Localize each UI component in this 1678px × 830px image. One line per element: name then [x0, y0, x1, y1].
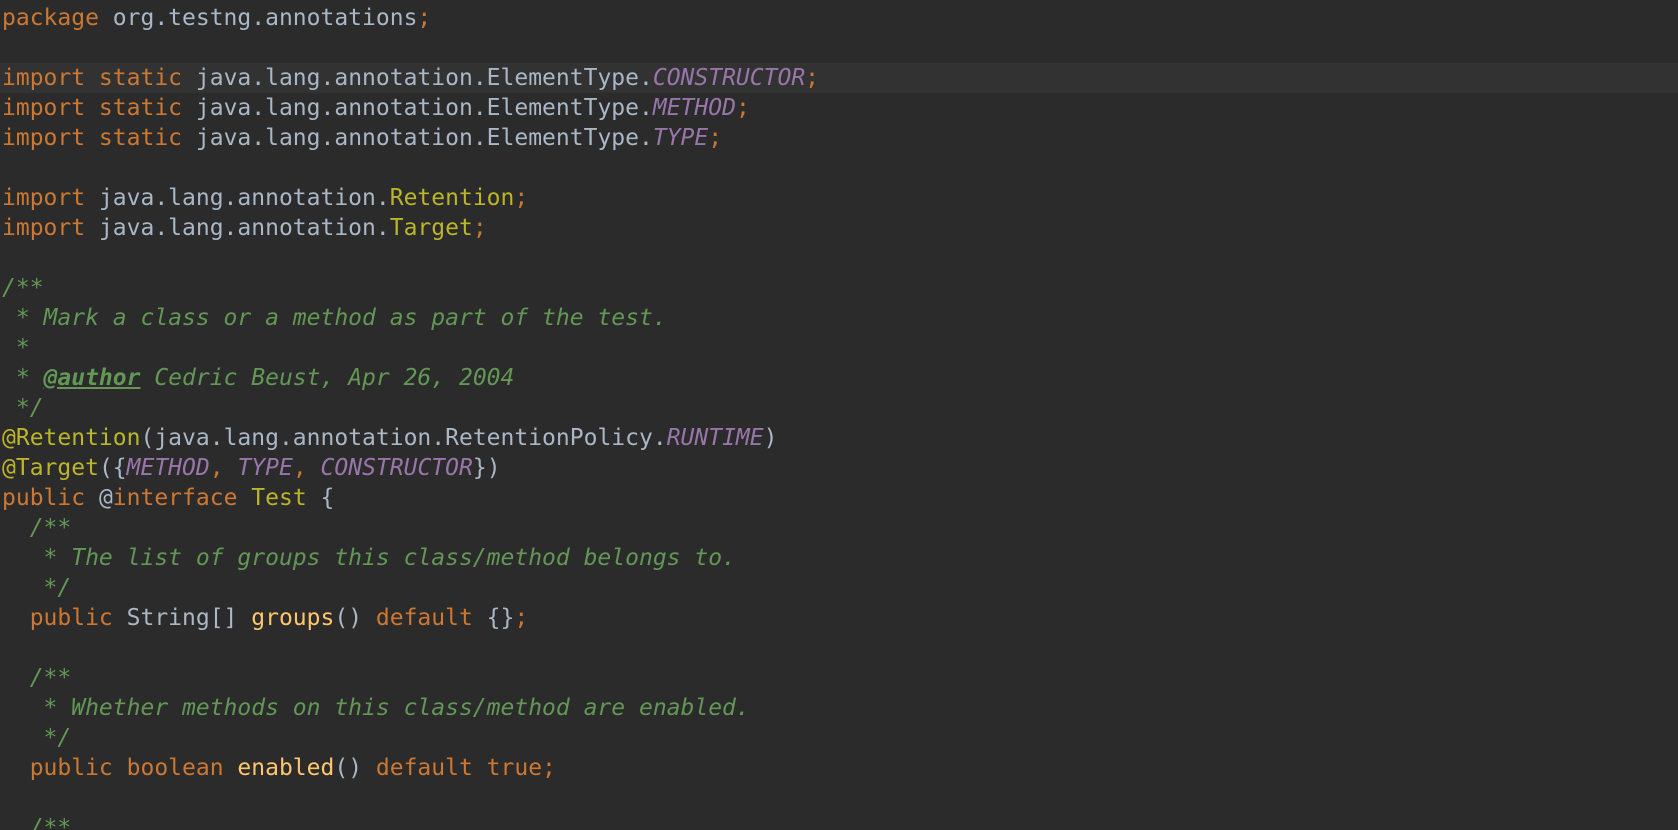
- code-token: /**: [2, 815, 72, 830]
- code-token: {}: [486, 605, 515, 631]
- code-line[interactable]: */: [0, 573, 1678, 603]
- code-token: * Mark a class or a method as part of th…: [2, 305, 667, 331]
- code-line[interactable]: /**: [0, 813, 1678, 830]
- code-token: String[]: [126, 605, 252, 631]
- code-token: */: [2, 395, 44, 421]
- code-token: /**: [2, 275, 44, 301]
- code-token: @Retention: [2, 425, 141, 451]
- code-token: org.testng.annotations: [112, 5, 418, 31]
- code-line[interactable]: public boolean enabled() default true;: [0, 753, 1678, 783]
- code-token: ;: [805, 65, 820, 91]
- code-line[interactable]: * The list of groups this class/method b…: [0, 543, 1678, 573]
- code-token: import static: [2, 125, 196, 151]
- code-line[interactable]: /**: [0, 663, 1678, 693]
- code-token: Cedric Beust, Apr 26, 2004: [140, 365, 515, 391]
- code-token: @Target: [2, 455, 99, 481]
- code-token: (): [334, 605, 376, 631]
- code-line[interactable]: public @interface Test {: [0, 483, 1678, 513]
- code-token: ;: [472, 215, 487, 241]
- code-token: import: [2, 185, 99, 211]
- code-token: ): [763, 425, 778, 451]
- code-token: {: [320, 485, 335, 511]
- code-token: java.lang.annotation.ElementType.: [195, 65, 653, 91]
- code-token: Retention: [389, 185, 515, 211]
- code-token: ;: [735, 95, 750, 121]
- code-token: java.lang.annotation.ElementType.: [195, 125, 653, 151]
- code-token: */: [2, 725, 72, 751]
- code-token: RUNTIME: [666, 425, 764, 451]
- code-token: java.lang.annotation.: [98, 215, 390, 241]
- code-token: groups: [251, 605, 335, 631]
- code-token: }): [472, 455, 501, 481]
- code-token: default: [375, 605, 487, 631]
- code-token: java.lang.annotation.: [98, 185, 390, 211]
- code-line[interactable]: *: [0, 333, 1678, 363]
- code-token: /**: [2, 515, 72, 541]
- code-token: @author: [43, 365, 141, 391]
- code-token: METHOD: [126, 455, 210, 481]
- code-token: enabled: [237, 755, 335, 781]
- code-token: (java.lang.annotation.RetentionPolicy.: [140, 425, 667, 451]
- code-token: TYPE: [237, 455, 293, 481]
- code-line[interactable]: [0, 783, 1678, 813]
- code-line[interactable]: /**: [0, 513, 1678, 543]
- code-token: */: [2, 575, 72, 601]
- code-line-current[interactable]: import static java.lang.annotation.Eleme…: [0, 63, 1678, 93]
- code-line[interactable]: @Target({METHOD, TYPE, CONSTRUCTOR}): [0, 453, 1678, 483]
- code-line[interactable]: */: [0, 723, 1678, 753]
- code-line[interactable]: import static java.lang.annotation.Eleme…: [0, 123, 1678, 153]
- code-token: METHOD: [652, 95, 736, 121]
- code-token: * Whether methods on this class/method a…: [2, 695, 750, 721]
- code-token: import static: [2, 65, 196, 91]
- code-editor[interactable]: package org.testng.annotations; import st…: [0, 0, 1678, 830]
- code-line[interactable]: import java.lang.annotation.Target;: [0, 213, 1678, 243]
- code-token: ,: [292, 455, 321, 481]
- code-token: public: [2, 605, 127, 631]
- code-token: TYPE: [652, 125, 709, 151]
- code-line[interactable]: * Mark a class or a method as part of th…: [0, 303, 1678, 333]
- code-token: (): [334, 755, 376, 781]
- code-line[interactable]: /**: [0, 273, 1678, 303]
- code-token: import static: [2, 95, 196, 121]
- code-line[interactable]: [0, 33, 1678, 63]
- code-line[interactable]: package org.testng.annotations;: [0, 3, 1678, 33]
- code-line[interactable]: @Retention(java.lang.annotation.Retentio…: [0, 423, 1678, 453]
- code-token: @: [98, 485, 113, 511]
- code-token: CONSTRUCTOR: [320, 455, 473, 481]
- code-token: import: [2, 215, 99, 241]
- code-token: Target: [389, 215, 473, 241]
- code-line[interactable]: import java.lang.annotation.Retention;: [0, 183, 1678, 213]
- code-line[interactable]: [0, 633, 1678, 663]
- code-token: ,: [209, 455, 238, 481]
- code-line[interactable]: import static java.lang.annotation.Eleme…: [0, 93, 1678, 123]
- code-token: interface: [112, 485, 252, 511]
- code-token: java.lang.annotation.ElementType.: [195, 95, 653, 121]
- code-token: * The list of groups this class/method b…: [2, 545, 736, 571]
- code-token: package: [2, 5, 113, 31]
- code-token: ({: [98, 455, 127, 481]
- code-line[interactable]: public String[] groups() default {};: [0, 603, 1678, 633]
- code-token: public boolean: [2, 755, 238, 781]
- code-token: ;: [417, 5, 432, 31]
- code-token: *: [2, 365, 44, 391]
- code-token: ;: [514, 185, 529, 211]
- code-token: Test: [251, 485, 321, 511]
- code-line[interactable]: */: [0, 393, 1678, 423]
- code-token: CONSTRUCTOR: [652, 65, 806, 91]
- code-token: ;: [514, 605, 529, 631]
- code-line[interactable]: [0, 243, 1678, 273]
- code-line[interactable]: * Whether methods on this class/method a…: [0, 693, 1678, 723]
- code-line[interactable]: [0, 153, 1678, 183]
- code-token: public: [2, 485, 99, 511]
- code-line[interactable]: * @author Cedric Beust, Apr 26, 2004: [0, 363, 1678, 393]
- code-token: ;: [708, 125, 723, 151]
- code-token: /**: [2, 665, 72, 691]
- code-token: default true;: [375, 755, 556, 781]
- code-token: *: [2, 335, 30, 361]
